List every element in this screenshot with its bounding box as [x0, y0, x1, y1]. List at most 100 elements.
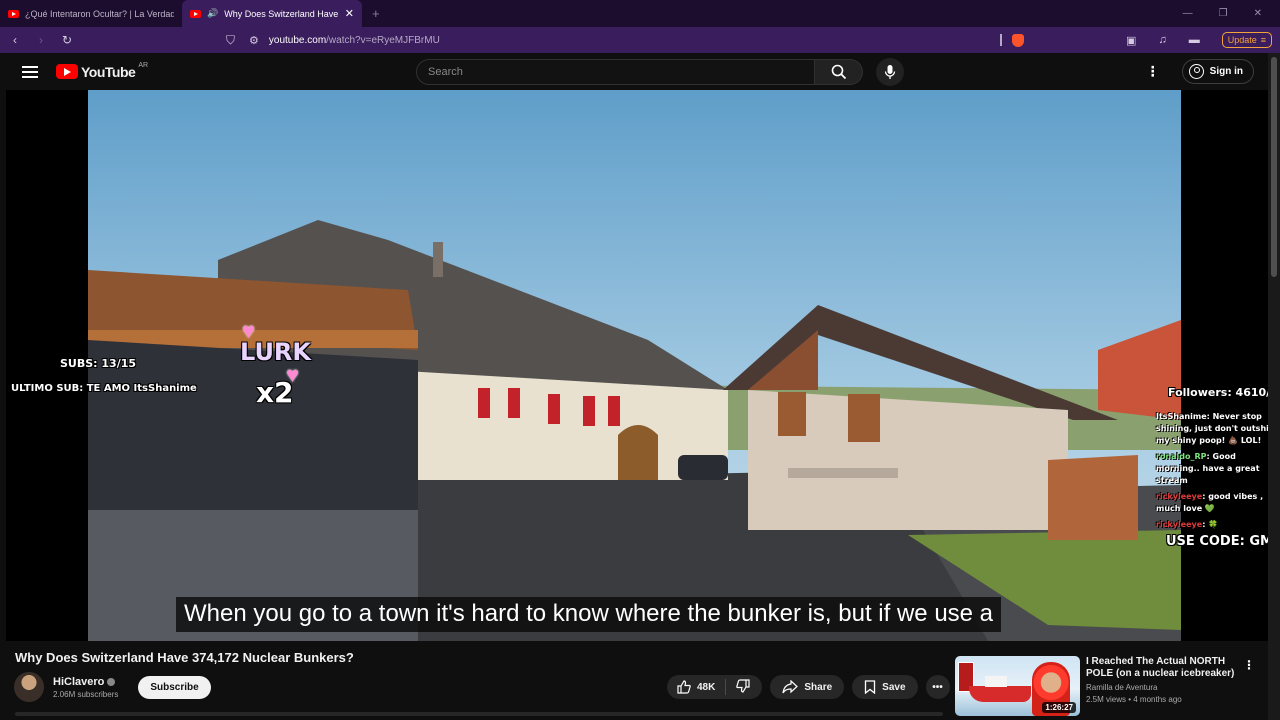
- subscribe-button[interactable]: Subscribe: [138, 675, 211, 699]
- country-code: AR: [138, 61, 149, 69]
- thumbs-down-icon: [736, 678, 750, 693]
- maximize-icon[interactable]: ❐: [1219, 8, 1228, 19]
- sidebar-icon[interactable]: ▣: [1126, 34, 1136, 47]
- share-icon: [782, 680, 799, 694]
- close-tab-icon[interactable]: ✕: [345, 7, 354, 20]
- microphone-icon: [884, 64, 896, 79]
- chat-username: rickyleeye: [1156, 492, 1203, 501]
- close-window-icon[interactable]: ✕: [1254, 8, 1262, 19]
- chat-message: ronaldo_RP: Good morning.. have a great …: [1156, 451, 1268, 487]
- save-button[interactable]: Save: [852, 675, 918, 699]
- channel-row: HiClavero 2.06M subscribers Subscribe: [14, 672, 211, 702]
- description-box-edge: [15, 712, 943, 716]
- wallet-icon[interactable]: ▬: [1189, 34, 1200, 46]
- settings-kebab-icon[interactable]: ⋮: [1146, 63, 1160, 80]
- video-caption: When you go to a town it's hard to know …: [176, 597, 1002, 632]
- youtube-favicon-icon: [8, 9, 19, 18]
- speaker-icon[interactable]: 🔊: [207, 8, 218, 19]
- chat-text: : 🍀: [1202, 520, 1219, 529]
- video-actions: 48K Share Save •••: [667, 675, 950, 699]
- search-bar: Search: [416, 57, 905, 86]
- recommended-views: 2.5M views • 4 months ago: [1086, 695, 1182, 704]
- address-bar[interactable]: youtube.com/watch?v=eRyeMJFBrMU: [269, 35, 440, 46]
- url-host: youtube.com: [268, 34, 327, 46]
- like-button[interactable]: 48K: [677, 679, 727, 695]
- browser-toolbar: ‹ › ↻ ⛉ ⚙ youtube.com/watch?v=eRyeMJFBrM…: [0, 27, 1280, 53]
- youtube-logo[interactable]: YouTube AR: [56, 61, 149, 80]
- chat-message: ItsShanime: Never stop shining, just don…: [1156, 411, 1268, 447]
- icebreaker-ship: [969, 686, 1031, 702]
- share-button[interactable]: Share: [770, 675, 845, 699]
- new-tab-icon[interactable]: +: [372, 6, 380, 21]
- reload-icon[interactable]: ↻: [56, 33, 78, 47]
- dislike-button[interactable]: [726, 678, 762, 696]
- brave-shields-icon[interactable]: [1011, 33, 1024, 47]
- last-sub: ULTIMO SUB: TE AMO ItsShanime: [11, 383, 197, 394]
- hamburger-menu-icon[interactable]: [22, 65, 38, 78]
- logo-text: YouTube: [81, 63, 136, 80]
- tab-title: ¿Qué Intentaron Ocultar? | La Verdad: [25, 8, 174, 19]
- sign-in-button[interactable]: Sign in: [1181, 59, 1254, 84]
- more-actions-button[interactable]: •••: [925, 675, 950, 699]
- channel-avatar[interactable]: [14, 672, 44, 702]
- search-input[interactable]: Search: [416, 58, 816, 85]
- back-icon[interactable]: ‹: [4, 33, 26, 47]
- page-scrollbar[interactable]: [1268, 53, 1280, 720]
- chat-username: ronaldo_RP: [1156, 452, 1207, 461]
- video-player[interactable]: SUBS: 13/15 ULTIMO SUB: TE AMO ItsShanim…: [6, 90, 1268, 641]
- search-icon: [831, 64, 846, 79]
- tab-title: Why Does Switzerland Have: [224, 8, 339, 19]
- bookmark-icon[interactable]: ⛉: [226, 33, 235, 48]
- search-button[interactable]: [815, 58, 864, 85]
- followers-counter: Followers: 4610/5000: [1168, 386, 1268, 399]
- chat-username: ItsShanime: [1156, 412, 1207, 421]
- recommended-item[interactable]: 1:26:27 I Reached The Actual NORTH POLE …: [955, 656, 1236, 716]
- channel-name[interactable]: HiClavero: [53, 676, 118, 688]
- browser-tab-1[interactable]: ¿Qué Intentaron Ocultar? | La Verdad: [0, 0, 182, 27]
- thumbs-up-icon: [677, 680, 691, 694]
- browser-tab-2[interactable]: 🔊 Why Does Switzerland Have ✕: [182, 0, 362, 27]
- recommended-title[interactable]: I Reached The Actual NORTH POLE (on a nu…: [1086, 656, 1236, 680]
- stream-chat: ItsShanime: Never stop shining, just don…: [1156, 411, 1268, 535]
- video-duration: 1:26:27: [1042, 702, 1076, 713]
- subscriber-count: 2.06M subscribers: [53, 689, 119, 699]
- more-horizontal-icon: •••: [932, 681, 943, 693]
- account-icon: [1188, 64, 1204, 79]
- window-controls: — ❐ ✕: [1183, 8, 1280, 19]
- channel-name-text: HiClavero: [53, 675, 105, 688]
- channel-meta: HiClavero 2.06M subscribers: [53, 676, 118, 699]
- update-label: Update: [1227, 35, 1257, 45]
- chat-message: rickyleeye: good vibes , much love 💚: [1156, 491, 1268, 515]
- promo-code: USE CODE: GMEYZ: [1166, 534, 1268, 549]
- chat-username: rickyleeye: [1156, 520, 1203, 529]
- subs-counter: SUBS: 13/15: [60, 357, 137, 370]
- share-label: Share: [804, 681, 833, 693]
- youtube-favicon-icon: [190, 9, 201, 18]
- minimize-icon[interactable]: —: [1183, 8, 1193, 19]
- recommended-meta: I Reached The Actual NORTH POLE (on a nu…: [1086, 656, 1236, 716]
- recommended-channel[interactable]: Ramilla de Aventura: [1086, 683, 1236, 692]
- browser-tab-bar: ¿Qué Intentaron Ocultar? | La Verdad 🔊 W…: [0, 0, 1280, 27]
- sign-in-label: Sign in: [1209, 66, 1243, 77]
- scrollbar-thumb[interactable]: [1271, 57, 1277, 277]
- verified-icon: [107, 677, 116, 686]
- forward-icon[interactable]: ›: [30, 33, 52, 47]
- youtube-header: YouTube AR Search ⋮ Sign in: [0, 53, 1268, 90]
- recommended-thumbnail[interactable]: 1:26:27: [955, 656, 1080, 716]
- menu-icon: ≡: [1260, 35, 1266, 45]
- lurk-badge: LURK: [240, 338, 312, 366]
- toolbar-divider: [999, 34, 1002, 46]
- like-count: 48K: [697, 681, 716, 693]
- lurk-multiplier: x2: [256, 376, 294, 409]
- site-settings-icon[interactable]: ⚙: [249, 34, 259, 47]
- voice-search-button[interactable]: [876, 57, 905, 86]
- ship-bridge: [985, 676, 1007, 687]
- like-dislike-pill: 48K: [667, 675, 763, 699]
- chat-message: rickyleeye: 🍀: [1156, 519, 1268, 531]
- recommended-menu-icon[interactable]: ⋮: [1243, 658, 1255, 672]
- media-icon[interactable]: ♫: [1158, 34, 1166, 46]
- url-path: /watch?v=eRyeMJFBrMU: [326, 34, 440, 46]
- toolbar-right: ▣ ♫ ▬ Update ≡: [1126, 32, 1280, 48]
- save-playlist-icon: [865, 680, 876, 694]
- update-button[interactable]: Update ≡: [1221, 32, 1272, 48]
